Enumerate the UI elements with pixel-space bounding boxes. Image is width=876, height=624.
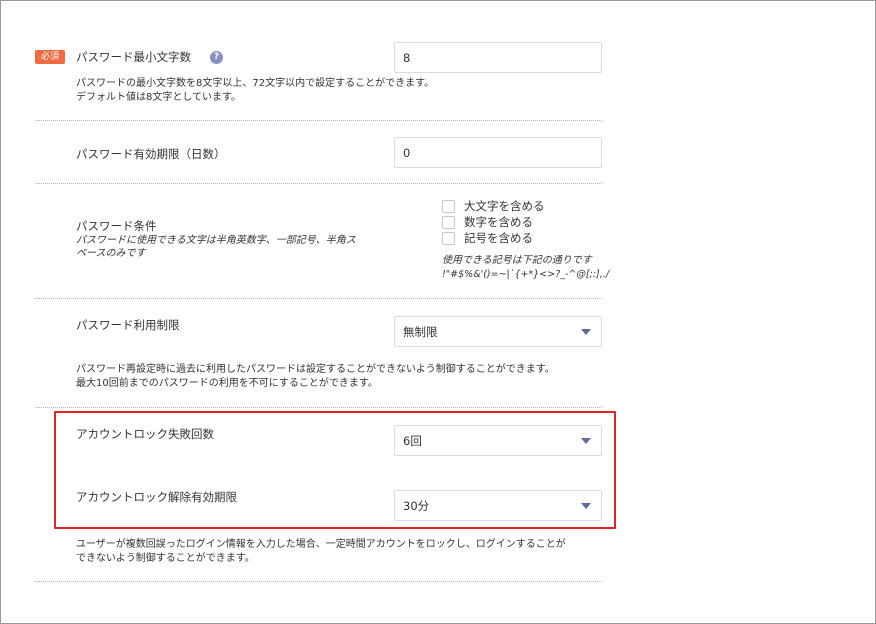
checkbox-box[interactable] [442, 215, 455, 229]
symbols-list: !"#$%&'()=~|`{+*}<>?_-^@[;:],./ [442, 269, 609, 280]
lock-count-select[interactable]: 6回 [394, 425, 602, 456]
reuse-desc-line2: 最大10回前までのパスワードの利用を不可にすることができます。 [76, 378, 378, 389]
checkbox-box[interactable] [442, 199, 455, 213]
reuse-label: パスワード利用制限 [76, 318, 180, 332]
chevron-down-icon [581, 502, 591, 509]
min-length-input[interactable]: 8 [394, 42, 602, 73]
divider [35, 120, 602, 121]
chevron-down-icon [581, 437, 591, 444]
conditions-note-line2: ペースのみです [76, 248, 146, 259]
divider [35, 298, 602, 299]
divider [35, 407, 602, 408]
lock-desc-line1: ユーザーが複数回誤ったログイン情報を入力した場合、一定時間アカウントをロックし、… [76, 539, 566, 550]
reuse-select[interactable]: 無制限 [394, 316, 602, 347]
min-length-desc-line2: デフォルト値は8文字としています。 [76, 92, 242, 103]
checkbox-box[interactable] [442, 231, 455, 245]
min-length-description: パスワードの最小文字数を8文字以上、72文字以内で設定することができます。 デフ… [76, 77, 434, 105]
lock-duration-selected-value: 30分 [403, 498, 430, 513]
expiry-label: パスワード有効期限（日数） [76, 147, 226, 161]
conditions-block: パスワード条件 パスワードに使用できる文字は半角英数字、一部記号、半角ス ペース… [76, 218, 356, 260]
lock-duration-label: アカウントロック解除有効期限 [76, 490, 237, 504]
conditions-note-line1: パスワードに使用できる文字は半角英数字、一部記号、半角ス [76, 235, 356, 246]
conditions-options: 大文字を含める 数字を含める 記号を含める [442, 198, 545, 246]
lock-count-label: アカウントロック失敗回数 [76, 427, 214, 441]
min-length-desc-line1: パスワードの最小文字数を8文字以上、72文字以内で設定することができます。 [76, 78, 435, 89]
checkbox-symbols[interactable]: 記号を含める [442, 230, 545, 246]
expiry-value: 0 [403, 145, 411, 160]
min-length-value: 8 [403, 50, 411, 65]
checkbox-label: 大文字を含める [464, 199, 545, 213]
lock-description: ユーザーが複数回誤ったログイン情報を入力した場合、一定時間アカウントをロックし、… [76, 538, 566, 566]
required-badge: 必須 [35, 50, 65, 64]
expiry-input[interactable]: 0 [394, 137, 602, 168]
symbols-note-block: 使用できる記号は下記の通りです !"#$%&'()=~|`{+*}<>?_-^@… [442, 254, 609, 282]
reuse-description: パスワード再設定時に過去に利用したパスワードは設定することができないよう制御する… [76, 363, 555, 391]
reuse-desc-line1: パスワード再設定時に過去に利用したパスワードは設定することができないよう制御する… [76, 364, 555, 375]
reuse-selected-value: 無制限 [403, 324, 438, 339]
checkbox-label: 記号を含める [464, 231, 533, 245]
lock-desc-line2: できないよう制御することができます。 [76, 553, 255, 564]
chevron-down-icon [581, 328, 591, 335]
checkbox-digits[interactable]: 数字を含める [442, 214, 545, 230]
divider [35, 183, 602, 184]
lock-count-selected-value: 6回 [403, 433, 422, 448]
lock-duration-select[interactable]: 30分 [394, 490, 602, 521]
conditions-label: パスワード条件 [76, 219, 157, 233]
checkbox-uppercase[interactable]: 大文字を含める [442, 198, 545, 214]
symbols-note: 使用できる記号は下記の通りです [442, 255, 592, 266]
help-icon[interactable]: ? [210, 51, 223, 64]
min-length-label: パスワード最小文字数 [76, 50, 191, 64]
checkbox-label: 数字を含める [464, 215, 533, 229]
divider [35, 581, 602, 582]
